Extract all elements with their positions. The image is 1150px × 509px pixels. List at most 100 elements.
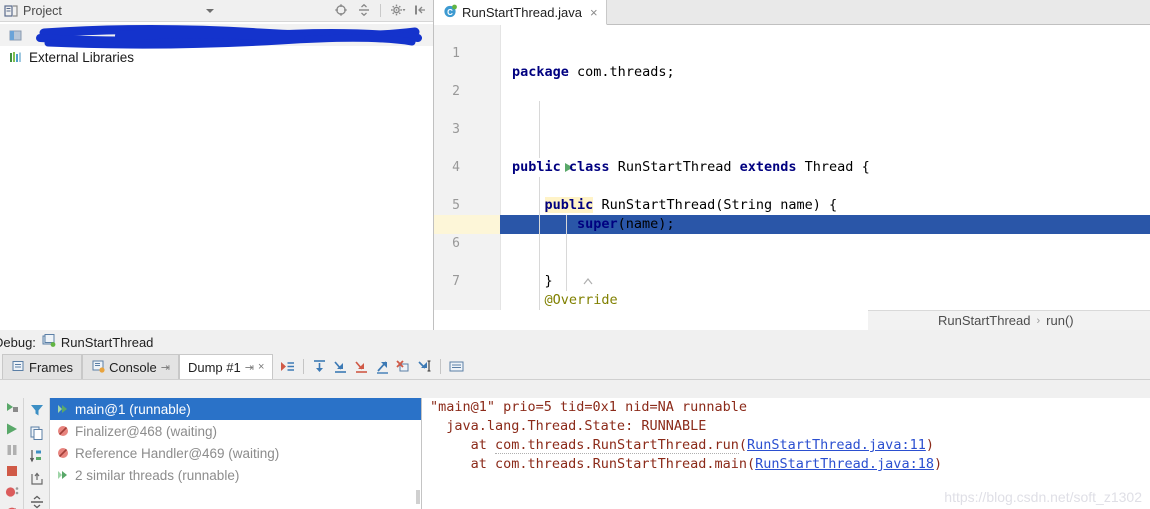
line-number: 6 <box>452 236 460 251</box>
line-number: 5 <box>452 198 460 213</box>
code-line: 7 @Override <box>434 253 1150 308</box>
tab-label: Dump #1 <box>187 359 241 375</box>
stack-frame-paren-close: ) <box>933 456 943 472</box>
stack-frame-link[interactable]: RunStartThread.java:18 <box>755 456 934 472</box>
code-text: public RunStartThread(String name) { <box>544 197 838 213</box>
thread-running-icon <box>56 468 70 482</box>
thread-dump-pane[interactable]: "main@1" prio=5 tid=0x1 nid=NA runnable … <box>422 398 1150 509</box>
close-icon[interactable]: × <box>590 5 598 20</box>
resume-program-icon[interactable] <box>4 421 20 437</box>
code-line: 2 <box>434 63 1150 99</box>
debug-config-name[interactable]: RunStartThread <box>61 335 154 350</box>
stack-frame: at com.threads.RunStartThread.run(RunSta… <box>422 436 1150 455</box>
stack-frame-prefix: at <box>430 437 496 453</box>
filter-icon[interactable] <box>29 402 45 418</box>
thread-label: Reference Handler@469 (waiting) <box>75 445 280 461</box>
stop-icon[interactable] <box>4 463 20 479</box>
show-execution-point-icon[interactable] <box>279 358 296 375</box>
line-number: 3 <box>452 122 460 137</box>
stack-frame-link[interactable]: RunStartThread.java:11 <box>747 437 926 453</box>
stack-frame-method: com.threads.RunStartThread.run <box>495 437 739 454</box>
intellij-idea-window: Project External Libraries C RunStartThr… <box>0 0 1150 509</box>
code-line: 6 } <box>434 215 1150 289</box>
debug-side-rail <box>0 398 24 509</box>
console-icon <box>91 359 105 376</box>
watermark: https://blog.csdn.net/soft_z1302 <box>944 489 1142 505</box>
pin-tab-icon[interactable]: ⇥ <box>161 361 170 374</box>
breadcrumb-separator: › <box>1036 314 1041 327</box>
settings-gear-icon[interactable] <box>390 3 406 17</box>
export-icon[interactable] <box>29 471 45 487</box>
debug-header: Debug: RunStartThread <box>0 330 1150 354</box>
step-over-icon[interactable] <box>311 358 328 375</box>
chevron-down-icon[interactable] <box>206 9 214 13</box>
project-view-icon <box>4 4 18 18</box>
thread-row-reference-handler[interactable]: Reference Handler@469 (waiting) <box>50 442 421 464</box>
editor-tab-label: RunStartThread.java <box>462 4 582 20</box>
tab-dump-1[interactable]: Dump #1 ⇥ × <box>178 354 274 379</box>
pause-program-icon[interactable] <box>4 442 20 458</box>
hide-panel-icon[interactable] <box>413 3 427 17</box>
collapse-all-icon[interactable] <box>357 3 371 17</box>
drop-frame-icon[interactable] <box>395 358 412 375</box>
code-line: 8 public void r <box>434 291 1150 310</box>
editor-tabbar: C RunStartThread.java × <box>434 0 1150 25</box>
sort-icon[interactable] <box>29 448 45 464</box>
line-number: 7 <box>452 274 460 289</box>
mute-breakpoints-icon[interactable] <box>4 505 20 509</box>
line-number: 2 <box>452 84 460 99</box>
debug-header-label: Debug: <box>0 334 36 350</box>
code-line: 1 package com.threads; <box>434 25 1150 80</box>
stack-frame: at com.threads.RunStartThread.main(RunSt… <box>422 455 1150 474</box>
stack-frame-paren-open: ( <box>747 456 756 472</box>
debug-config-icon <box>41 333 56 351</box>
libraries-icon <box>8 49 24 65</box>
toolbar-divider <box>440 359 442 374</box>
threads-scrollbar[interactable] <box>416 490 420 504</box>
tab-label: Frames <box>29 359 74 375</box>
tree-row-label: External Libraries <box>29 49 135 65</box>
step-out-icon[interactable] <box>374 358 391 375</box>
editor-tab-runstartthread[interactable]: C RunStartThread.java × <box>434 0 607 25</box>
thread-row-main[interactable]: main@1 (runnable) <box>50 398 421 420</box>
code-line: 3 public class RunStartThread extends Th… <box>434 101 1150 175</box>
rerun-icon[interactable] <box>4 400 20 416</box>
stack-frame-method: com.threads.RunStartThread.main <box>495 456 747 472</box>
tree-row-external-libraries[interactable]: External Libraries <box>0 46 433 68</box>
svg-text:C: C <box>447 8 453 17</box>
line-number: 1 <box>452 46 460 61</box>
tab-console[interactable]: Console ⇥ <box>82 354 179 379</box>
threads-list[interactable]: main@1 (runnable) Finalizer@468 (waiting… <box>50 398 422 509</box>
tree-row-project-redacted[interactable] <box>0 24 433 49</box>
evaluate-expression-icon[interactable] <box>448 358 465 375</box>
editor-area: C RunStartThread.java × 1 package com.th… <box>434 0 1150 330</box>
thread-row-similar-threads[interactable]: 2 similar threads (runnable) <box>50 464 421 486</box>
tab-frames[interactable]: Frames <box>2 354 83 379</box>
threads-rail <box>24 398 50 509</box>
force-step-into-icon[interactable] <box>353 358 370 375</box>
project-panel-title: Project <box>23 3 62 18</box>
breadcrumb[interactable]: RunStartThread › run() <box>868 310 1150 330</box>
collapse-icon[interactable] <box>29 494 45 509</box>
top-region: Project External Libraries C RunStartThr… <box>0 0 1150 330</box>
breadcrumb-class[interactable]: RunStartThread <box>938 313 1031 328</box>
stack-frame-paren-close: ) <box>925 437 934 453</box>
stack-frame-prefix: at <box>430 456 496 472</box>
stack-header: "main@1" prio=5 tid=0x1 nid=NA runnable <box>430 399 747 415</box>
view-breakpoints-icon[interactable] <box>4 484 20 500</box>
run-to-cursor-icon[interactable] <box>416 358 433 375</box>
thread-waiting-icon <box>56 446 70 460</box>
step-into-icon[interactable] <box>332 358 349 375</box>
thread-row-finalizer[interactable]: Finalizer@468 (waiting) <box>50 420 421 442</box>
project-panel-header: Project <box>0 0 433 22</box>
code-editor[interactable]: 1 package com.threads; 2 3 public class … <box>434 25 1150 310</box>
locate-target-icon[interactable] <box>334 3 348 17</box>
pin-tab-icon[interactable]: ⇥ <box>245 361 254 374</box>
copy-icon[interactable] <box>29 425 45 441</box>
close-icon[interactable]: × <box>258 361 264 373</box>
project-tool-window: Project External Libraries <box>0 0 434 330</box>
module-icon <box>8 27 24 43</box>
code-line: 5 super(name); <box>434 177 1150 232</box>
breadcrumb-method[interactable]: run() <box>1046 313 1073 328</box>
frames-icon <box>11 359 25 376</box>
